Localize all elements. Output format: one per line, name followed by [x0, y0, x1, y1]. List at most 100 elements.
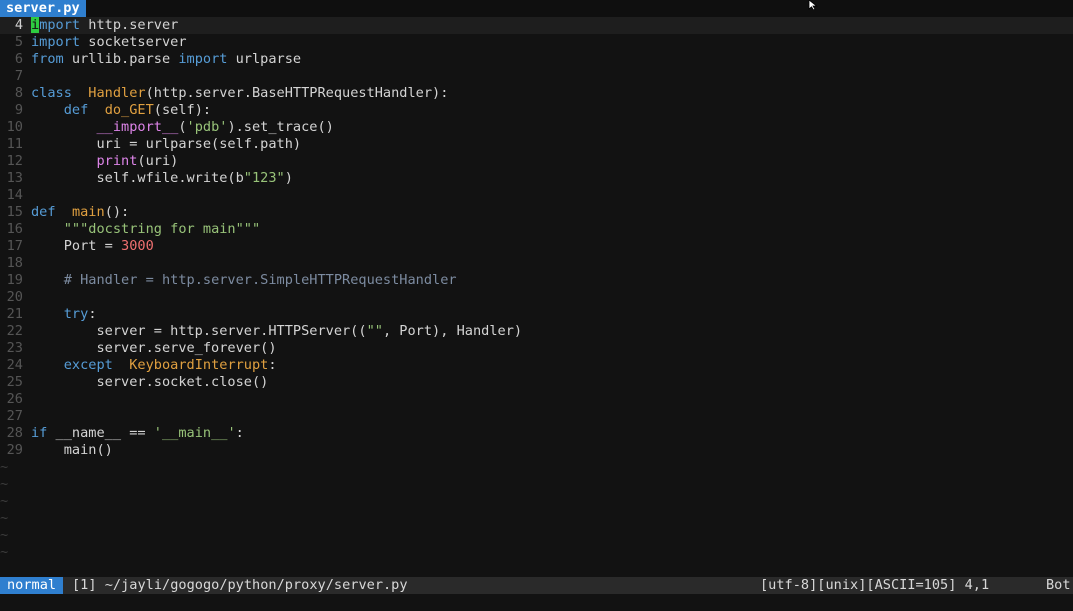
code-line[interactable]: 15 def main(): — [0, 204, 1073, 221]
code-line[interactable]: 25 server.socket.close() — [0, 374, 1073, 391]
code-token: KeyboardInterrupt — [129, 357, 269, 373]
code-token: (self): — [153, 102, 212, 118]
scroll-position: Bot — [1046, 577, 1071, 593]
code-token: # Handler = http.server.SimpleHTTPReques… — [63, 272, 457, 288]
code-line[interactable]: 24 except KeyboardInterrupt: — [0, 357, 1073, 374]
code-token: def — [31, 204, 56, 220]
line-number: 6 — [14, 51, 23, 67]
code-line[interactable]: 10 __import__('pdb').set_trace() — [0, 119, 1073, 136]
line-number: 8 — [14, 85, 23, 101]
encoding-info: [utf-8][unix][ASCII=105] 4,1 — [760, 577, 990, 593]
code-token: : — [268, 357, 277, 373]
line-text: # Handler = http.server.SimpleHTTPReques… — [31, 272, 457, 288]
line-text: except KeyboardInterrupt: — [31, 357, 277, 373]
code-editor[interactable]: 4 import http.server 5 import socketserver 6… — [0, 17, 1073, 577]
code-line[interactable]: 28 if __name__ == '__main__': — [0, 425, 1073, 442]
line-number: 11 — [6, 136, 23, 152]
code-line[interactable]: 26 — [0, 391, 1073, 408]
code-token: (): — [104, 204, 130, 220]
mode-indicator: normal — [0, 577, 64, 594]
line-text: from urllib.parse import urlparse — [31, 51, 301, 67]
line-text: __import__('pdb').set_trace() — [31, 119, 333, 135]
code-token: server.socket.close() — [31, 374, 269, 390]
code-token: 3000 — [121, 238, 154, 254]
line-number: 28 — [6, 425, 23, 441]
code-line[interactable]: 17 Port = 3000 — [0, 238, 1073, 255]
line-text: import http.server — [31, 17, 178, 33]
code-line[interactable]: 20 — [0, 289, 1073, 306]
code-token: Port = — [31, 238, 122, 254]
line-text: class Handler(http.server.BaseHTTPReques… — [31, 85, 448, 101]
command-line[interactable] — [0, 594, 1073, 611]
line-number: 17 — [6, 238, 23, 254]
code-line[interactable]: 11 uri = urlparse(self.path) — [0, 136, 1073, 153]
code-line[interactable]: 16 """docstring for main""" — [0, 221, 1073, 238]
line-number: 21 — [6, 306, 23, 322]
empty-line: ~ — [0, 476, 1073, 493]
empty-line: ~ — [0, 544, 1073, 561]
code-line[interactable]: 8 class Handler(http.server.BaseHTTPReque… — [0, 85, 1073, 102]
code-token: Handler — [88, 85, 146, 101]
code-line[interactable]: 18 — [0, 255, 1073, 272]
line-number: 25 — [6, 374, 23, 390]
code-token: try — [63, 306, 89, 322]
code-line[interactable]: 12 print(uri) — [0, 153, 1073, 170]
tab-server-py[interactable]: server.py — [0, 0, 86, 17]
line-number: 5 — [14, 34, 23, 50]
code-token: self.wfile.write(b — [31, 170, 244, 186]
line-text: """docstring for main""" — [31, 221, 260, 237]
code-token: (uri) — [137, 153, 179, 169]
line-text: main() — [31, 442, 113, 458]
code-token: """docstring for main""" — [63, 221, 261, 237]
line-text: print(uri) — [31, 153, 178, 169]
code-token: uri = urlparse(self.path) — [31, 136, 302, 152]
line-number: 18 — [6, 255, 23, 271]
line-text: server.socket.close() — [31, 374, 268, 390]
line-text: uri = urlparse(self.path) — [31, 136, 301, 152]
statusline: normal [1] ~/jayli/gogogo/python/proxy/s… — [0, 577, 1073, 594]
line-number: 23 — [6, 340, 23, 356]
code-token: import — [178, 51, 228, 67]
code-line[interactable]: 23 server.serve_forever() — [0, 340, 1073, 357]
code-token: 'pdb' — [186, 119, 228, 135]
code-token: if — [31, 425, 48, 441]
line-number: 29 — [6, 442, 23, 458]
line-number: 15 — [6, 204, 23, 220]
code-line[interactable]: 21 try: — [0, 306, 1073, 323]
code-line[interactable]: 14 — [0, 187, 1073, 204]
code-line[interactable]: 22 server = http.server.HTTPServer(("", … — [0, 323, 1073, 340]
line-number: 12 — [6, 153, 23, 169]
line-number: 27 — [6, 408, 23, 424]
line-number: 19 — [6, 272, 23, 288]
code-token: ( — [178, 119, 187, 135]
code-token: : — [235, 425, 244, 441]
code-token: __import__ — [96, 119, 179, 135]
line-text: Port = 3000 — [31, 238, 154, 254]
code-token: __name__ == — [47, 425, 154, 441]
code-line[interactable]: 6 from urllib.parse import urlparse — [0, 51, 1073, 68]
code-line[interactable]: 27 — [0, 408, 1073, 425]
code-line[interactable]: 7 — [0, 68, 1073, 85]
code-token: : — [88, 306, 97, 322]
line-number: 16 — [6, 221, 23, 237]
code-line[interactable]: 4 import http.server — [0, 17, 1073, 34]
line-text: if __name__ == '__main__': — [31, 425, 244, 441]
code-line[interactable]: 29 main() — [0, 442, 1073, 459]
code-token: class — [31, 85, 72, 101]
empty-line-marker: ~ — [0, 527, 9, 543]
file-path: [1] ~/jayli/gogogo/python/proxy/server.p… — [72, 577, 408, 593]
code-line[interactable]: 5 import socketserver — [0, 34, 1073, 51]
code-token: mport — [39, 17, 81, 33]
code-line[interactable]: 9 def do_GET(self): — [0, 102, 1073, 119]
code-line[interactable]: 19 # Handler = http.server.SimpleHTTPReq… — [0, 272, 1073, 289]
code-token: http.server — [80, 17, 179, 33]
code-line[interactable]: 13 self.wfile.write(b"123") — [0, 170, 1073, 187]
code-token: (http.server.BaseHTTPRequestHandler): — [145, 85, 449, 101]
code-token: print — [96, 153, 138, 169]
code-token: server.serve_forever() — [31, 340, 277, 356]
line-number: 14 — [6, 187, 23, 203]
